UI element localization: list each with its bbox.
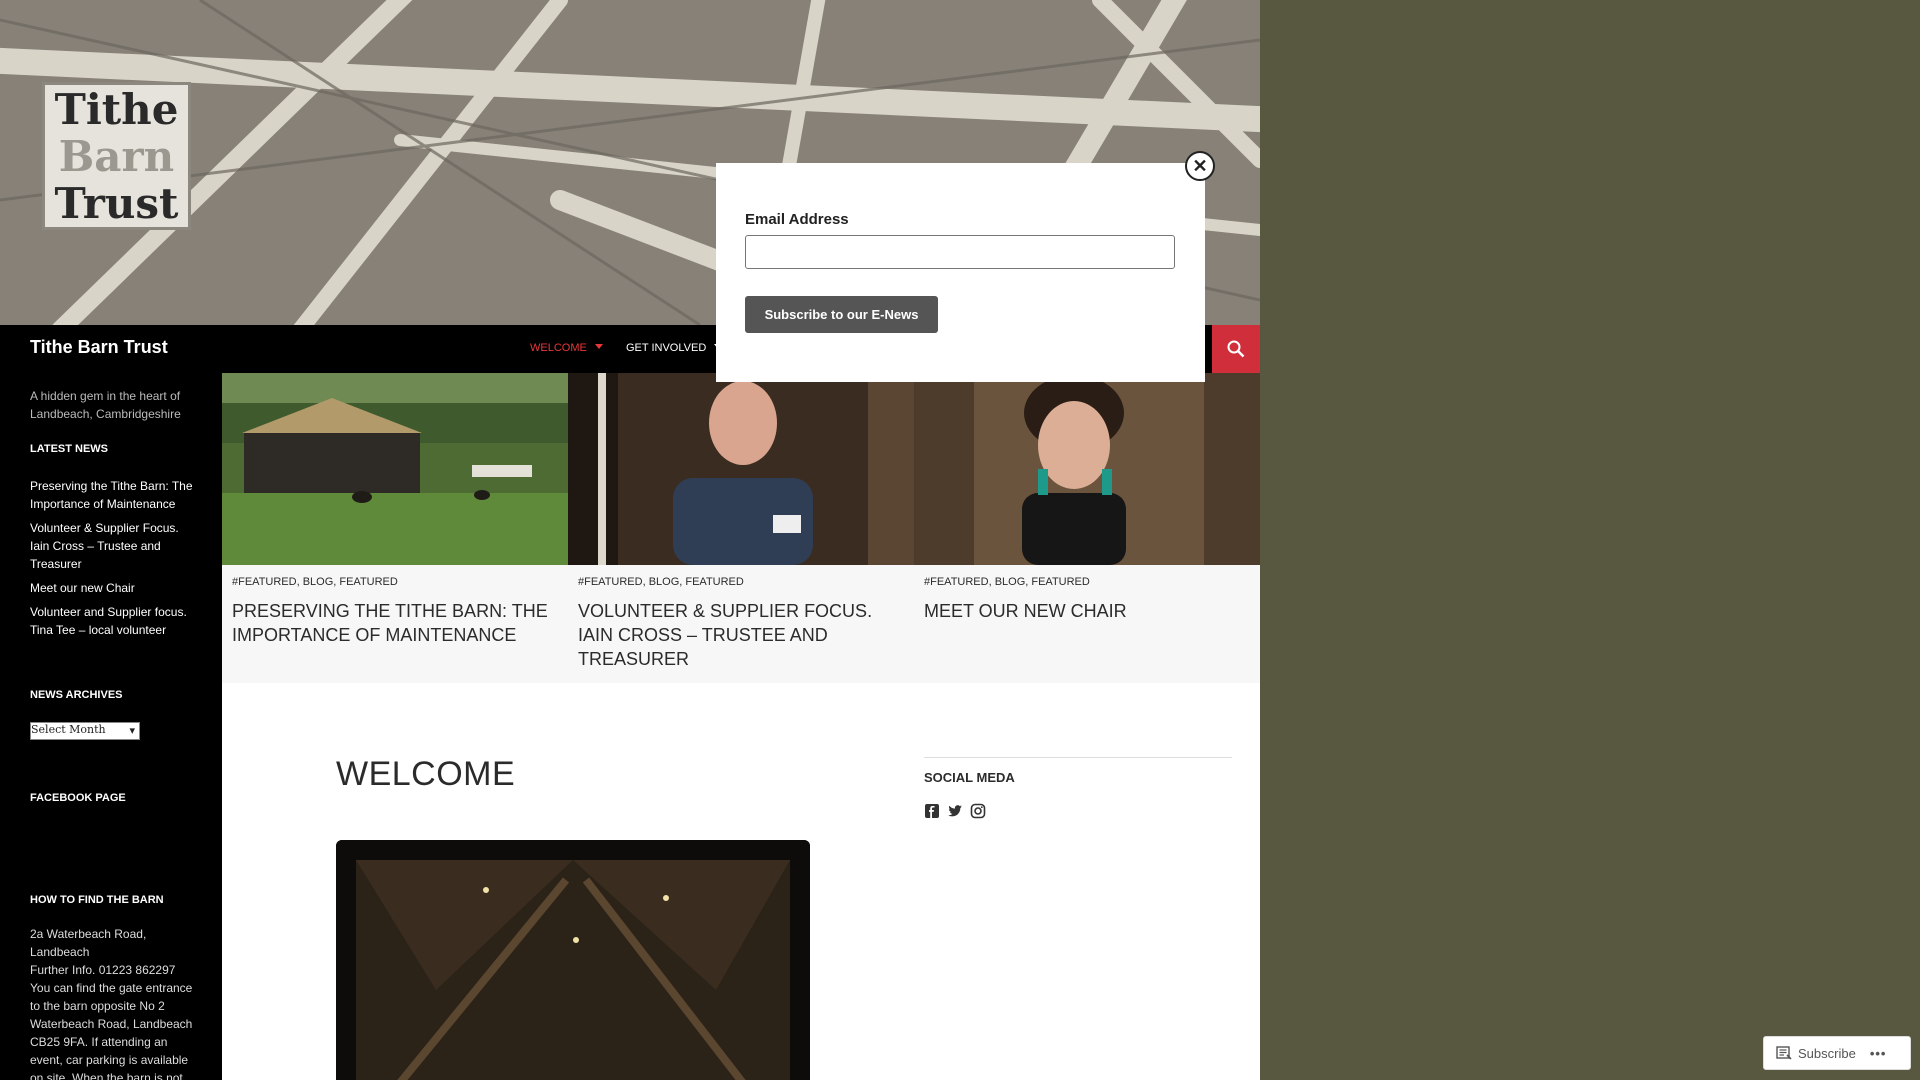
nav-item-label: Get Involved <box>626 342 707 354</box>
reader-icon <box>1776 1046 1792 1060</box>
latest-news-list: Preserving the Tithe Barn: The Importanc… <box>30 477 200 645</box>
news-link[interactable]: Volunteer and Supplier focus. Tina Tee –… <box>30 603 200 639</box>
page-title: WELCOME <box>336 755 516 793</box>
twitter-icon[interactable] <box>947 803 964 820</box>
nav-item-label: Welcome <box>530 342 587 354</box>
social-media-widget: Social Meda <box>924 757 1232 820</box>
featured-posts: #Featured, Blog, Featured Preserving the… <box>222 373 1260 683</box>
featured-meta[interactable]: #Featured, Blog, Featured <box>924 576 1090 588</box>
facebook-page-heading: Facebook Page <box>30 792 126 804</box>
facebook-icon[interactable] <box>924 803 941 820</box>
barn-address-block: 2a Waterbeach Road, Landbeach Further In… <box>30 925 200 1080</box>
site-description: A hidden gem in the heart of Landbeach, … <box>30 389 181 421</box>
news-link[interactable]: Volunteer & Supplier Focus. Iain Cross –… <box>30 519 200 573</box>
chevron-down-icon: ▾ <box>129 724 135 737</box>
site-title-link[interactable]: Tithe Barn Trust <box>30 337 168 358</box>
featured-card[interactable]: #Featured, Blog, Featured Volunteer & Su… <box>568 373 914 683</box>
left-sidebar: A hidden gem in the heart of Landbeach, … <box>0 373 222 1080</box>
search-icon <box>1227 340 1245 358</box>
search-button[interactable] <box>1212 325 1260 373</box>
featured-title[interactable]: Volunteer & Supplier Focus. Iain Cross –… <box>578 599 903 671</box>
latest-news-heading: Latest News <box>30 443 109 455</box>
more-options-icon[interactable]: ••• <box>1870 1046 1887 1061</box>
logo-line-1: Tithe <box>54 84 179 134</box>
featured-image-iain-cross[interactable] <box>568 373 914 565</box>
featured-meta[interactable]: #Featured, Blog, Featured <box>578 576 744 588</box>
find-barn-heading: How To Find The Barn <box>30 894 164 906</box>
featured-meta[interactable]: #Featured, Blog, Featured <box>232 576 398 588</box>
close-popup-button[interactable]: ✕ <box>1185 151 1215 181</box>
subscribe-follow-bar: Subscribe ••• <box>1763 1036 1911 1070</box>
subscribe-button[interactable]: Subscribe <box>1776 1046 1856 1061</box>
archives-select[interactable]: Select Month ▾ <box>30 722 140 740</box>
news-link[interactable]: Preserving the Tithe Barn: The Importanc… <box>30 477 200 513</box>
logo-line-3: Trust <box>54 178 179 228</box>
email-field[interactable] <box>745 235 1175 269</box>
barn-interior-video[interactable] <box>336 840 810 1080</box>
news-link[interactable]: Meet our new Chair <box>30 579 200 597</box>
email-label: Email Address <box>745 211 849 228</box>
instagram-icon[interactable] <box>970 803 987 820</box>
subscribe-enews-button[interactable]: Subscribe to our E-News <box>745 296 938 333</box>
archives-select-value: Select Month <box>31 723 106 736</box>
social-heading: Social Meda <box>924 770 1015 785</box>
barn-phone: Further Info. 01223 862297 <box>30 963 176 977</box>
caret-down-icon <box>594 344 603 349</box>
featured-title[interactable]: Meet our new Chair <box>924 599 1249 623</box>
social-icon-row <box>924 803 1232 820</box>
featured-title[interactable]: Preserving the Tithe Barn: The Importanc… <box>232 599 557 647</box>
barn-directions: You can find the gate entrance to the ba… <box>30 981 193 1080</box>
nav-item-get-involved[interactable]: Get Involved <box>626 342 723 354</box>
news-archives-heading: News Archives <box>30 689 123 701</box>
newsletter-popup: Email Address Subscribe to our E-News <box>716 163 1205 382</box>
main-content: WELCOME Social Meda <box>222 683 1260 1080</box>
featured-image-new-chair[interactable] <box>914 373 1260 565</box>
logo-line-2: Barn <box>58 131 175 181</box>
barn-address: 2a Waterbeach Road, Landbeach <box>30 927 147 959</box>
site-logo[interactable]: Tithe Barn Trust <box>42 82 191 230</box>
close-icon: ✕ <box>1192 155 1208 176</box>
featured-image-barn[interactable] <box>222 373 568 565</box>
featured-card[interactable]: #Featured, Blog, Featured Meet our new C… <box>914 373 1260 683</box>
nav-item-welcome[interactable]: Welcome <box>530 342 603 354</box>
featured-card[interactable]: #Featured, Blog, Featured Preserving the… <box>222 373 568 683</box>
subscribe-label: Subscribe <box>1798 1045 1856 1061</box>
